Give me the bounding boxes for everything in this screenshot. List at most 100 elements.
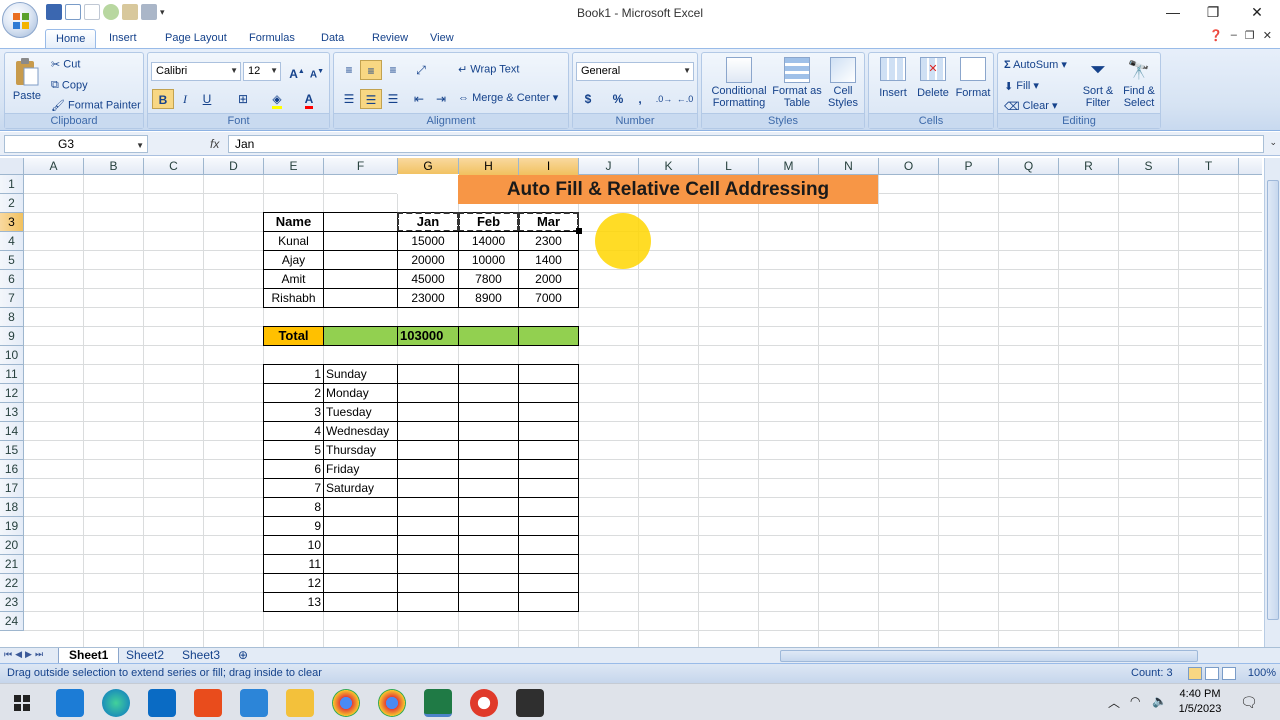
column-header-a[interactable]: A xyxy=(24,158,84,175)
column-header-o[interactable]: O xyxy=(879,158,939,175)
row-header-17[interactable]: 17 xyxy=(0,479,24,498)
row-header-5[interactable]: 5 xyxy=(0,251,24,270)
empty-cell[interactable] xyxy=(458,402,519,422)
select-all-corner[interactable] xyxy=(0,158,24,175)
empty-cell[interactable] xyxy=(397,592,459,612)
empty-cell[interactable] xyxy=(518,402,579,422)
autosum-button[interactable]: Σ AutoSum ▾ xyxy=(1004,58,1067,71)
row-header-6[interactable]: 6 xyxy=(0,270,24,289)
empty-cell[interactable] xyxy=(397,554,459,574)
row-header-9[interactable]: 9 xyxy=(0,327,24,346)
day-cell[interactable]: Monday xyxy=(323,383,398,403)
day-cell[interactable] xyxy=(323,497,398,517)
data-cell[interactable]: 15000 xyxy=(397,231,459,251)
empty-cell[interactable] xyxy=(397,535,459,555)
empty-cell[interactable] xyxy=(458,592,519,612)
insert-sheet-icon[interactable]: ⊕ xyxy=(228,648,258,664)
day-cell[interactable]: Wednesday xyxy=(323,421,398,441)
data-cell[interactable]: 1400 xyxy=(518,250,579,270)
fill-handle[interactable] xyxy=(576,228,582,234)
sheet-tab-1[interactable]: Sheet1 xyxy=(58,648,120,664)
italic-button[interactable]: I xyxy=(174,89,196,109)
series-number-cell[interactable]: 6 xyxy=(263,459,324,479)
row-header-2[interactable]: 2 xyxy=(0,194,24,213)
insert-cells-button[interactable]: Insert xyxy=(873,57,913,99)
shrink-font-button[interactable]: A▼ xyxy=(306,62,328,82)
ribbon-restore-icon[interactable]: ❐ xyxy=(1245,29,1255,42)
row-header-10[interactable]: 10 xyxy=(0,346,24,365)
empty-cell[interactable] xyxy=(458,478,519,498)
empty-cell[interactable] xyxy=(458,535,519,555)
data-cell[interactable]: Rishabh xyxy=(263,288,324,308)
day-cell[interactable] xyxy=(323,535,398,555)
data-cell[interactable]: 14000 xyxy=(458,231,519,251)
align-top-icon[interactable]: ≡ xyxy=(338,60,360,80)
data-cell[interactable]: Kunal xyxy=(263,231,324,251)
row-header-15[interactable]: 15 xyxy=(0,441,24,460)
expand-formula-bar-icon[interactable]: ⌄ xyxy=(1269,137,1277,148)
empty-cell[interactable] xyxy=(397,459,459,479)
data-cell[interactable]: Amit xyxy=(263,269,324,289)
notifications-icon[interactable]: 🗨 xyxy=(1240,694,1258,711)
row-header-19[interactable]: 19 xyxy=(0,517,24,536)
horizontal-scroll-thumb[interactable] xyxy=(780,650,1198,662)
column-header-e[interactable]: E xyxy=(264,158,324,175)
ribbon-minimize-icon[interactable]: – xyxy=(1231,29,1237,42)
conditional-formatting-button[interactable]: Conditional Formatting xyxy=(706,57,772,109)
empty-cell[interactable] xyxy=(518,383,579,403)
empty-cell[interactable] xyxy=(458,421,519,441)
header-cell[interactable]: Mar xyxy=(518,212,579,232)
windows-start-icon[interactable] xyxy=(8,689,36,717)
column-header-n[interactable]: N xyxy=(819,158,879,175)
empty-cell[interactable] xyxy=(397,383,459,403)
column-header-b[interactable]: B xyxy=(84,158,144,175)
series-number-cell[interactable]: 8 xyxy=(263,497,324,517)
series-number-cell[interactable]: 9 xyxy=(263,516,324,536)
empty-cell[interactable] xyxy=(518,364,579,384)
empty-cell[interactable] xyxy=(518,421,579,441)
day-cell[interactable] xyxy=(323,554,398,574)
tab-review[interactable]: Review xyxy=(362,29,418,48)
page-break-view-icon[interactable] xyxy=(1222,667,1236,680)
empty-cell[interactable] xyxy=(397,478,459,498)
row-header-3[interactable]: 3 xyxy=(0,213,24,232)
tab-data[interactable]: Data xyxy=(311,29,354,48)
header-cell[interactable]: Name xyxy=(263,212,324,232)
data-cell[interactable]: Ajay xyxy=(263,250,324,270)
fill-button[interactable]: ⬇ Fill ▾ xyxy=(1004,79,1039,93)
data-cell[interactable] xyxy=(323,250,398,270)
empty-cell[interactable] xyxy=(518,478,579,498)
taskbar-clock[interactable]: 4:40 PM 1/5/2023 xyxy=(1172,687,1228,717)
data-cell[interactable]: 2300 xyxy=(518,231,579,251)
column-header-s[interactable]: S xyxy=(1119,158,1179,175)
mail-icon[interactable] xyxy=(148,689,176,717)
column-header-h[interactable]: H xyxy=(459,158,519,175)
format-cells-button[interactable]: Format xyxy=(953,57,993,99)
sheet-nav-arrows-icon[interactable]: ⏮◀▶⏭ xyxy=(4,649,46,660)
empty-cell[interactable] xyxy=(397,573,459,593)
column-header-c[interactable]: C xyxy=(144,158,204,175)
column-header-t[interactable]: T xyxy=(1179,158,1239,175)
close-icon[interactable]: ✕ xyxy=(1242,4,1272,21)
series-number-cell[interactable]: 1 xyxy=(263,364,324,384)
format-as-table-button[interactable]: Format as Table xyxy=(772,57,822,109)
series-number-cell[interactable]: 12 xyxy=(263,573,324,593)
row-header-14[interactable]: 14 xyxy=(0,422,24,441)
series-number-cell[interactable]: 13 xyxy=(263,592,324,612)
delete-cells-button[interactable]: ✕ Delete xyxy=(913,57,953,99)
screen-recorder-icon[interactable] xyxy=(470,689,498,717)
empty-cell[interactable] xyxy=(458,497,519,517)
tab-view[interactable]: View xyxy=(420,29,464,48)
empty-cell[interactable] xyxy=(458,516,519,536)
sort-filter-button[interactable]: ⏷ Sort & Filter xyxy=(1078,57,1118,109)
day-cell[interactable]: Sunday xyxy=(323,364,398,384)
vertical-scrollbar[interactable] xyxy=(1264,158,1280,648)
ribbon-close-icon[interactable]: ✕ xyxy=(1263,29,1272,42)
row-header-20[interactable]: 20 xyxy=(0,536,24,555)
sheet-tab-2[interactable]: Sheet2 xyxy=(116,648,174,664)
column-header-q[interactable]: Q xyxy=(999,158,1059,175)
empty-cell[interactable] xyxy=(397,440,459,460)
empty-cell[interactable] xyxy=(518,440,579,460)
row-header-22[interactable]: 22 xyxy=(0,574,24,593)
empty-cell[interactable] xyxy=(458,440,519,460)
